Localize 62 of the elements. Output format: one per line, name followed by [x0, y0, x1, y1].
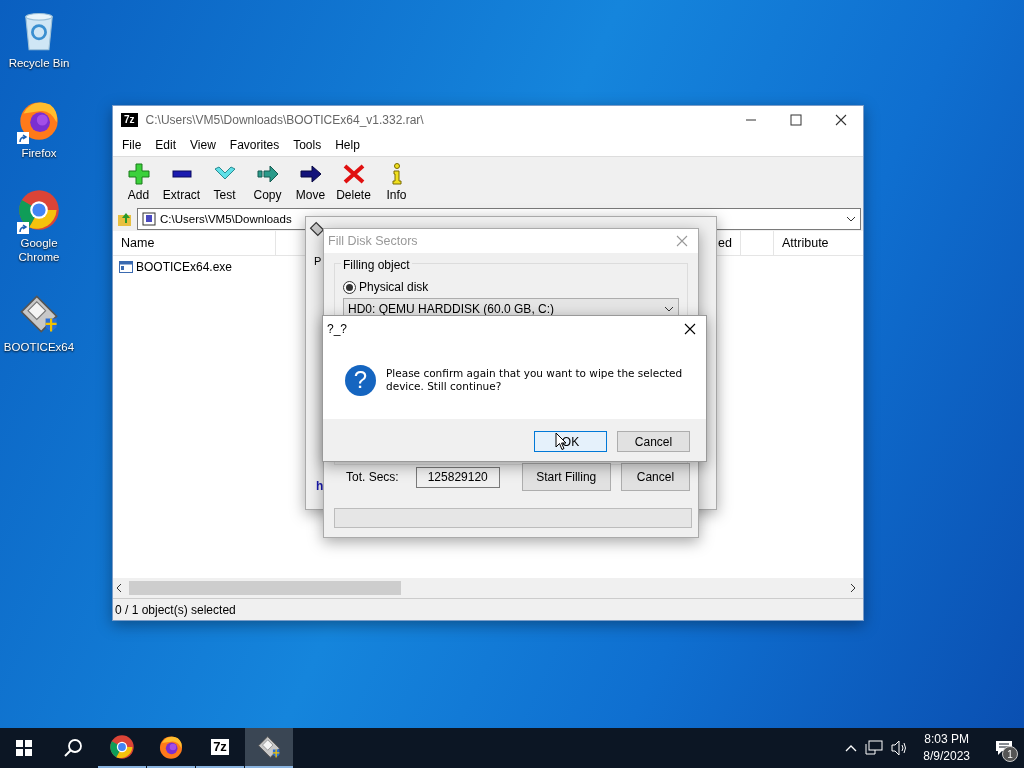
menu-item[interactable]: Help: [328, 138, 367, 152]
windows-icon: [16, 740, 32, 756]
archive-icon: [142, 212, 156, 226]
column-header[interactable]: Attribute: [774, 231, 863, 255]
shortcut-arrow-icon: [17, 222, 29, 234]
toolbar-button[interactable]: Copy: [246, 162, 289, 202]
firefox-icon: [158, 734, 184, 760]
start-filling-button[interactable]: Start Filling: [521, 463, 611, 491]
status-text: 0 / 1 object(s) selected: [115, 602, 236, 617]
menu-item[interactable]: Edit: [148, 138, 184, 152]
file-icon: [119, 261, 133, 273]
field-label: Tot. Secs:: [345, 470, 400, 484]
link[interactable]: h: [316, 479, 324, 493]
shortcut-arrow-icon: [17, 132, 29, 144]
toolbar-button[interactable]: Test: [203, 162, 246, 202]
desktop-icon-label[interactable]: Google Chrome: [1, 236, 77, 264]
scrollbar-thumb[interactable]: [129, 581, 401, 595]
up-folder-icon[interactable]: [117, 211, 133, 227]
maximize-icon[interactable]: [790, 114, 802, 126]
plus-icon: [126, 162, 151, 185]
network-icon[interactable]: [865, 740, 884, 756]
desktop-icon-label[interactable]: Firefox: [1, 146, 77, 160]
dropdown-caret-icon[interactable]: [664, 305, 674, 313]
floppy-shield-icon: [256, 734, 282, 760]
total-sectors-field[interactable]: 125829120: [415, 466, 500, 488]
search-icon: [63, 738, 83, 758]
toolbar-button[interactable]: Extract: [160, 162, 203, 202]
cancel-button[interactable]: Cancel: [620, 463, 690, 491]
desktop-icon-label[interactable]: Recycle Bin: [1, 56, 77, 70]
desktop-icon-label[interactable]: BOOTICEx64: [1, 340, 77, 354]
toolbar-button[interactable]: Move: [289, 162, 332, 202]
arrow-icon: [298, 162, 323, 185]
file-name[interactable]: BOOTICEx64.exe: [136, 260, 233, 274]
floppy-icon: [309, 221, 325, 237]
question-icon: ?: [345, 364, 376, 396]
menu-item[interactable]: Favorites: [222, 138, 287, 152]
close-icon[interactable]: [835, 114, 847, 126]
menu-item[interactable]: View: [183, 138, 223, 152]
toolbar-button[interactable]: Add: [117, 162, 160, 202]
toolbar-button[interactable]: Delete: [332, 162, 375, 202]
chevron-up-icon[interactable]: [845, 744, 858, 752]
clock[interactable]: 8:03 PM 8/9/2023: [917, 731, 976, 765]
taskbar-app-button[interactable]: [245, 728, 293, 768]
cross-icon: [341, 162, 366, 185]
toolbar-button[interactable]: Info: [375, 162, 418, 202]
dialog-title: ?_?: [327, 321, 348, 336]
group-label: Filling object: [341, 258, 412, 272]
dialog-title: Fill Disk Sectors: [328, 234, 418, 248]
app-logo: 7z: [121, 113, 138, 127]
menu-item[interactable]: Tools: [286, 138, 329, 152]
chrome-icon: [17, 188, 61, 232]
close-icon[interactable]: [684, 322, 696, 335]
dropdown-caret-icon[interactable]: [846, 215, 856, 223]
cancel-button[interactable]: Cancel: [617, 431, 690, 452]
window-title: C:\Users\VM5\Downloads\BOOTICEx64_v1.332.rar\: [145, 113, 425, 127]
radio-button[interactable]: Physical disk: [343, 280, 679, 294]
menu-item[interactable]: File: [115, 138, 149, 152]
notification-badge: 1: [1002, 746, 1018, 762]
message-text: Please confirm again that you want to wipe the selected device. Still continue?: [386, 367, 684, 393]
column-header[interactable]: Name: [113, 231, 276, 255]
tab[interactable]: P: [314, 255, 322, 267]
chrome-icon: [109, 734, 135, 760]
